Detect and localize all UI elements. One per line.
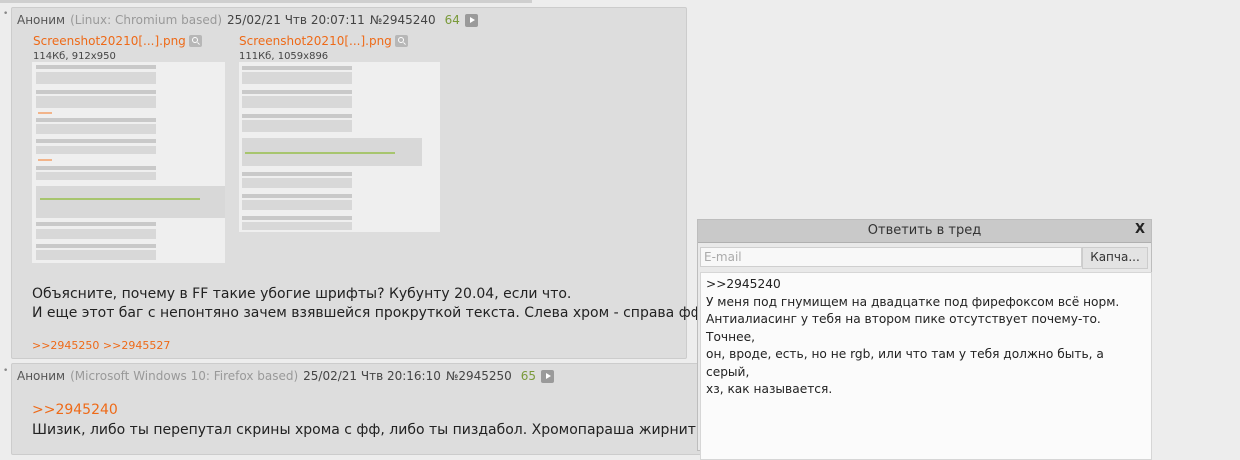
magnify-icon[interactable]	[394, 35, 408, 47]
reply-quote-link[interactable]: >>2945240	[32, 402, 118, 418]
quick-reply-title: Ответить в тред	[867, 223, 982, 238]
play-icon[interactable]	[541, 369, 555, 383]
post-number-link[interactable]: №2945240	[370, 13, 436, 27]
post-text: Шизик, либо ты перепутал скрины хрома с …	[32, 422, 736, 438]
post-header: Аноним (Microsoft Windows 10: Firefox ba…	[17, 369, 555, 383]
post-2945250: Аноним (Microsoft Windows 10: Firefox ba…	[11, 363, 735, 455]
post-header: Аноним (Linux: Chromium based) 25/02/21 …	[17, 13, 478, 27]
image-thumbnail[interactable]	[32, 62, 225, 263]
file-name-link[interactable]: Screenshot20210[...].png	[33, 34, 186, 48]
reply-links[interactable]: >>2945250 >>2945527	[32, 339, 170, 352]
message-textarea[interactable]: >>2945240 У меня под гнумищем на двадцат…	[700, 272, 1152, 460]
magnify-icon[interactable]	[188, 35, 202, 47]
post-text-line: И еще этот баг с непонтяно зачем взявшей…	[32, 305, 708, 321]
post-bullet: •	[3, 9, 9, 19]
poster-name: Аноним	[17, 13, 66, 27]
poster-name: Аноним	[17, 369, 66, 383]
post-datetime: 25/02/21 Чтв 20:16:10	[303, 369, 441, 383]
captcha-button[interactable]: Капча...	[1082, 247, 1148, 269]
user-agent: (Linux: Chromium based)	[70, 13, 222, 27]
post-bullet: •	[3, 366, 9, 376]
file-name-link[interactable]: Screenshot20210[...].png	[239, 34, 392, 48]
top-divider	[0, 0, 532, 3]
post-count: 65	[520, 369, 537, 383]
play-icon[interactable]	[464, 13, 478, 27]
email-field[interactable]	[700, 247, 1082, 267]
post-text: Объясните, почему в FF такие убогие шриф…	[32, 285, 707, 323]
close-button[interactable]: X	[1135, 222, 1145, 237]
post-count: 64	[444, 13, 460, 27]
file-meta: 114Кб, 912x950	[33, 51, 116, 62]
user-agent: (Microsoft Windows 10: Firefox based)	[70, 369, 299, 383]
file-2: Screenshot20210[...].png 111Кб, 1059x896	[239, 34, 408, 62]
image-thumbnail[interactable]	[239, 62, 440, 232]
post-2945240: Аноним (Linux: Chromium based) 25/02/21 …	[11, 7, 707, 359]
file-1: Screenshot20210[...].png 114Кб, 912x950	[33, 34, 202, 62]
quick-reply-form: Ответить в тред X Капча... >>2945240 У м…	[697, 219, 1152, 460]
quick-reply-header[interactable]: Ответить в тред X	[698, 220, 1151, 243]
file-meta: 111Кб, 1059x896	[239, 51, 329, 62]
post-text-line: Объясните, почему в FF такие убогие шриф…	[32, 286, 572, 302]
post-number-link[interactable]: №2945250	[446, 369, 512, 383]
post-datetime: 25/02/21 Чтв 20:07:11	[227, 13, 365, 27]
